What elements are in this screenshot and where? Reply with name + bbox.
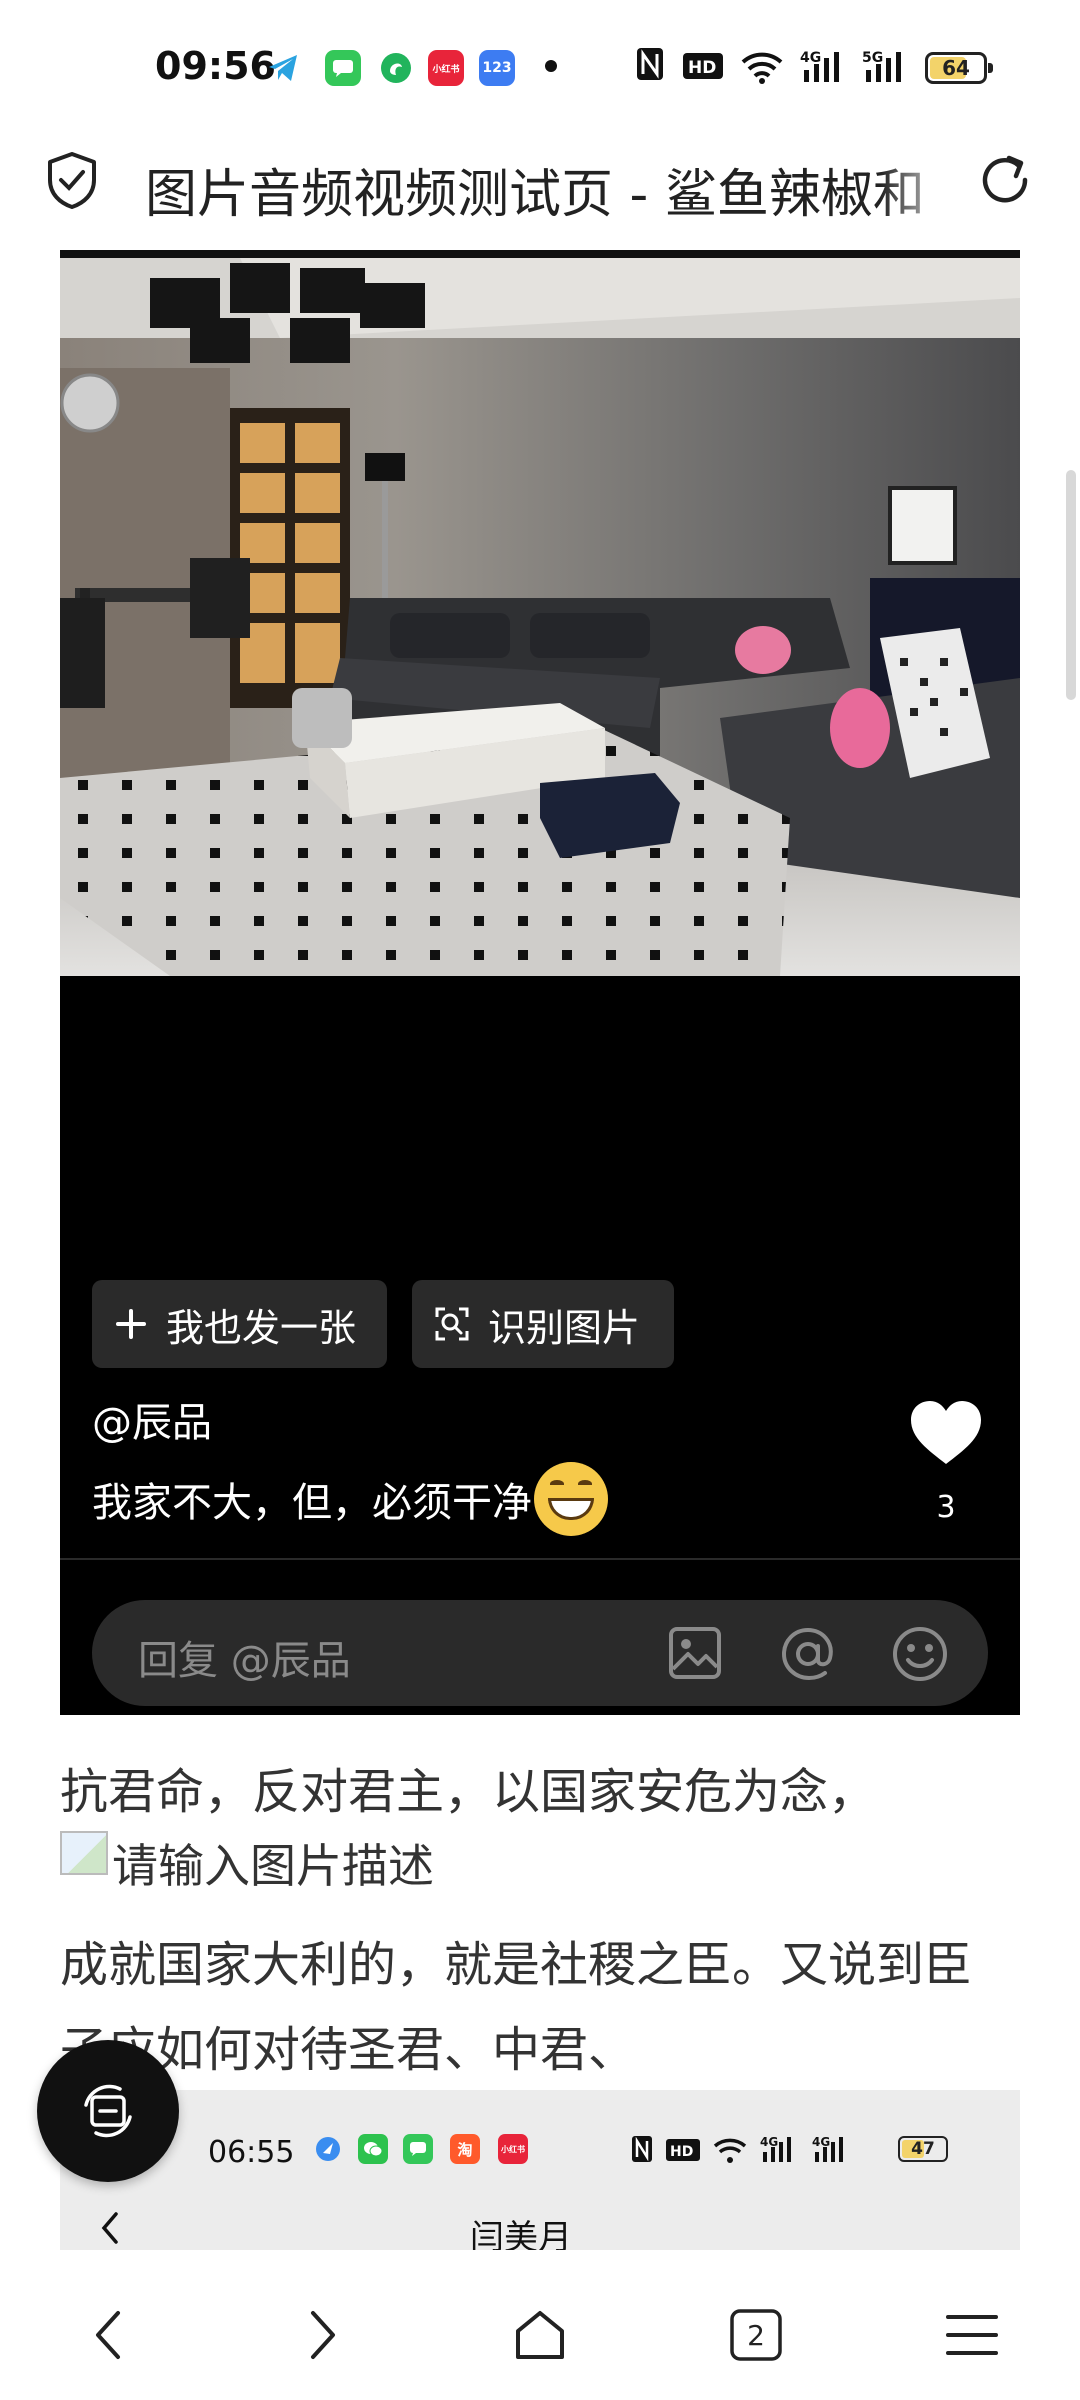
123-app-icon: 123 bbox=[479, 50, 515, 86]
recognize-image-label: 识别图片 bbox=[488, 1305, 641, 1350]
broken-image-icon bbox=[60, 1831, 108, 1875]
status-time: 09:56 bbox=[155, 44, 276, 88]
nested-back-icon bbox=[98, 2208, 122, 2250]
post-caption: 我家不大，但，必须干净 bbox=[92, 1462, 608, 1536]
home-button[interactable] bbox=[500, 2295, 580, 2375]
battery-indicator: 64 bbox=[925, 52, 993, 84]
svg-text:2: 2 bbox=[747, 2319, 765, 2352]
blue-app-icon bbox=[313, 2134, 343, 2164]
image-alt-text: 请输入图片描述 bbox=[112, 1839, 434, 1893]
card-divider bbox=[60, 1558, 1020, 1560]
hamburger-menu-icon bbox=[946, 2315, 998, 2355]
plus-icon bbox=[114, 1307, 148, 1341]
green-app-icon bbox=[378, 50, 414, 86]
like-heart-icon[interactable] bbox=[908, 1398, 984, 1472]
xiaohongshu-icon: 小红书 bbox=[498, 2134, 528, 2164]
embedded-post-card: 我也发一张 识别图片 @辰品 我家不大，但，必须干净 3 回复 @辰品 bbox=[60, 250, 1020, 1715]
wechat-icon bbox=[358, 2134, 388, 2164]
page-title[interactable]: 图片音频视频测试页 - 鲨鱼辣椒和 bbox=[145, 152, 945, 227]
wifi-icon bbox=[740, 50, 784, 90]
nested-wifi-icon bbox=[712, 2136, 748, 2169]
reply-placeholder: 回复 @辰品 bbox=[138, 1638, 351, 1684]
reload-icon[interactable] bbox=[975, 150, 1035, 214]
home-icon bbox=[516, 2311, 564, 2359]
nested-xiaohongshu-label: 小红书 bbox=[501, 2144, 525, 2154]
article-text-line: 成就国家大利的，就是社稷之臣。又说到臣 bbox=[60, 1937, 973, 1993]
broken-image-placeholder: 请输入图片描述 bbox=[60, 1830, 434, 1896]
xiaohongshu-icon: 小红书 bbox=[428, 50, 464, 86]
svg-text:4G: 4G bbox=[812, 2135, 830, 2149]
messages-icon bbox=[403, 2134, 433, 2164]
recognize-image-button[interactable]: 识别图片 bbox=[412, 1280, 674, 1368]
nested-nfc-icon bbox=[630, 2134, 654, 2169]
nested-signal-icon: 4G bbox=[812, 2134, 854, 2169]
emoji-picker-icon[interactable] bbox=[890, 1624, 950, 1688]
svg-text:5G: 5G bbox=[862, 50, 883, 66]
back-button[interactable] bbox=[68, 2295, 148, 2375]
svg-text:4G: 4G bbox=[760, 2135, 778, 2149]
switch-icon bbox=[84, 2084, 132, 2138]
insert-image-icon[interactable] bbox=[666, 1624, 724, 1686]
mention-icon[interactable] bbox=[778, 1624, 838, 1688]
messages-icon bbox=[325, 50, 361, 86]
security-shield-icon[interactable] bbox=[44, 150, 100, 214]
nested-hd-icon: HD bbox=[665, 2138, 701, 2167]
nested-status-time: 06:55 bbox=[208, 2135, 295, 2170]
scan-image-icon bbox=[434, 1306, 470, 1342]
nested-battery-indicator: 47 bbox=[898, 2136, 948, 2162]
living-room-photo[interactable] bbox=[60, 258, 1020, 976]
card-top-border bbox=[60, 250, 1020, 258]
taobao-icon: 淘 bbox=[450, 2134, 480, 2164]
nested-page-title: 闫美月 bbox=[470, 2218, 572, 2250]
post-caption-text: 我家不大，但，必须干净 bbox=[92, 1480, 532, 1526]
reply-input[interactable]: 回复 @辰品 bbox=[92, 1600, 988, 1706]
nested-battery-level: 47 bbox=[911, 2139, 935, 2159]
svg-text:4G: 4G bbox=[800, 50, 821, 66]
tabs-button[interactable]: 2 bbox=[716, 2295, 796, 2375]
nested-signal-icon: 4G bbox=[760, 2134, 802, 2169]
svg-text:HD: HD bbox=[688, 58, 716, 78]
grinning-emoji-icon bbox=[534, 1462, 608, 1536]
post-too-button[interactable]: 我也发一张 bbox=[92, 1280, 387, 1368]
post-author[interactable]: @辰品 bbox=[92, 1390, 212, 1448]
forward-arrow-icon bbox=[311, 2311, 335, 2359]
forward-button[interactable] bbox=[283, 2295, 363, 2375]
telegram-icon bbox=[265, 50, 301, 86]
menu-button[interactable] bbox=[932, 2295, 1012, 2375]
nfc-icon bbox=[635, 46, 665, 88]
post-too-label: 我也发一张 bbox=[166, 1305, 357, 1350]
title-fade bbox=[880, 140, 960, 220]
bottom-navigation: 2 bbox=[0, 2255, 1080, 2400]
tabs-icon: 2 bbox=[730, 2309, 782, 2361]
nested-screenshot-image[interactable]: 06:55 淘 小红书 HD 4G 4G 47 闫美月 bbox=[60, 2090, 1020, 2250]
123-app-label: 123 bbox=[482, 60, 512, 76]
taobao-label: 淘 bbox=[457, 2140, 473, 2159]
floating-switch-button[interactable] bbox=[37, 2040, 179, 2182]
signal-4g-icon: 4G bbox=[800, 48, 850, 90]
status-bar: 09:56 小红书 123 HD 4G 5G 64 bbox=[0, 0, 1080, 130]
hd-icon: HD bbox=[682, 52, 724, 86]
more-notifications-dot bbox=[545, 60, 557, 72]
signal-5g-icon: 5G bbox=[862, 48, 912, 90]
article-text-line: 抗君命，反对君主，以国家安危为念， bbox=[60, 1764, 877, 1820]
scrollbar-thumb[interactable] bbox=[1066, 470, 1076, 700]
battery-level: 64 bbox=[942, 56, 970, 80]
back-arrow-icon bbox=[96, 2311, 120, 2359]
like-count: 3 bbox=[936, 1490, 956, 1525]
xiaohongshu-label: 小红书 bbox=[432, 64, 460, 75]
svg-text:HD: HD bbox=[670, 2144, 693, 2160]
